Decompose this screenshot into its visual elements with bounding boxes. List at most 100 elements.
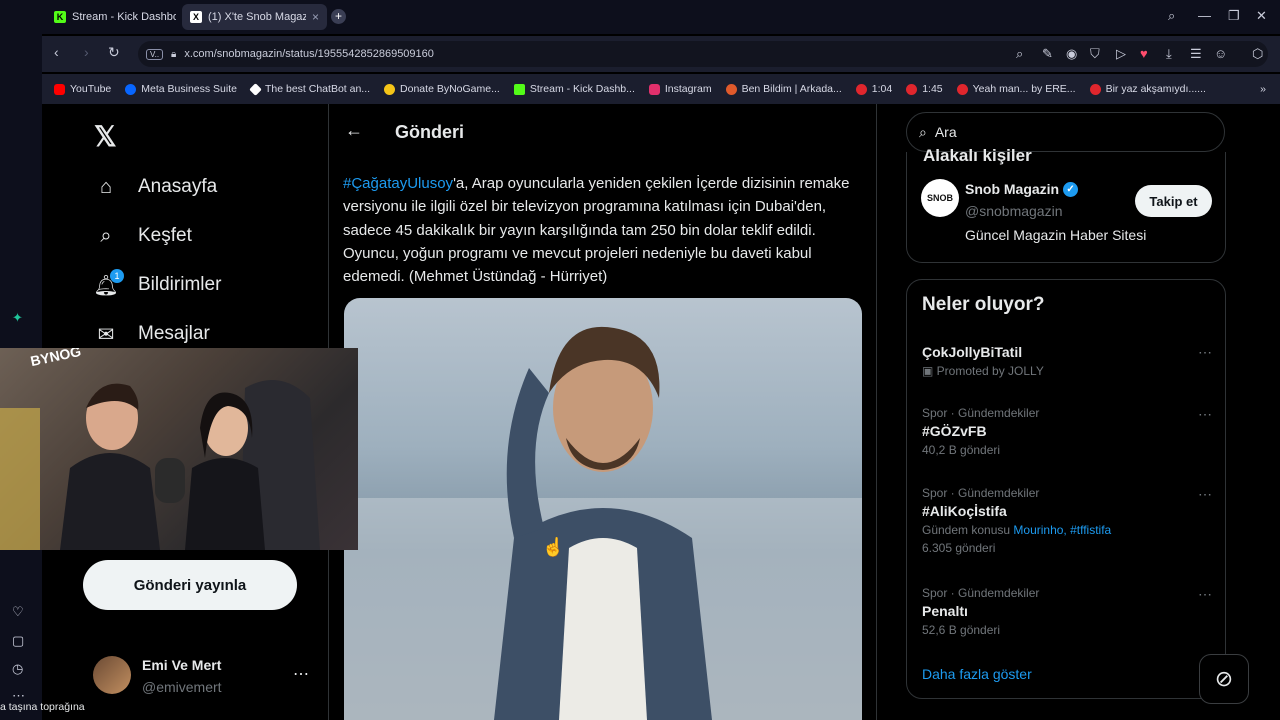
bookmark-label: Bir yaz akşamıydı...... — [1105, 83, 1206, 95]
bookmark-label: Donate ByNoGame... — [400, 83, 500, 95]
bookmark-kick[interactable]: Stream - Kick Dashb... — [513, 83, 635, 95]
camera-icon[interactable]: ◉ — [1066, 46, 1077, 62]
kick-icon — [513, 83, 525, 95]
history-icon[interactable]: ◷ — [12, 661, 23, 677]
edit-icon[interactable]: ✎ — [1042, 46, 1053, 62]
bynogame-icon — [384, 83, 396, 95]
more-icon[interactable]: ⋯ — [1198, 344, 1212, 361]
webcam-overlay: BYNOG — [0, 348, 358, 550]
restore-icon[interactable]: ❐ — [1228, 8, 1240, 24]
bookmark-yeahman[interactable]: Yeah man... by ERE... — [956, 83, 1076, 95]
heart-icon[interactable]: ♡ — [12, 604, 24, 620]
bookmark-meta[interactable]: Meta Business Suite — [125, 83, 237, 95]
trend-related-links[interactable]: Mourinho, #tffistifa — [1013, 523, 1111, 537]
bookmark-youtube[interactable]: YouTube — [54, 83, 111, 95]
trend-item[interactable]: Spor · Gündemdekiler Penaltı 52,6 B gönd… — [922, 586, 1212, 637]
bookmarks-overflow-icon[interactable]: » — [1260, 83, 1266, 95]
chatgpt-icon[interactable]: ✦ — [12, 310, 23, 326]
tab-label: Stream - Kick Dashboard — [72, 11, 176, 23]
promoted-text: Promoted by JOLLY — [936, 364, 1044, 378]
promoted-icon: ▣ — [922, 364, 937, 378]
more-icon[interactable]: ⋯ — [293, 664, 309, 684]
nav-messages[interactable]: ✉ Mesajlar — [94, 322, 210, 346]
vpn-badge[interactable]: V.. — [146, 48, 164, 60]
search-tabs-icon[interactable]: ⌕ — [1168, 8, 1175, 24]
tab-x-post[interactable]: X (1) X'te Snob Magazin: "#... × — [182, 4, 327, 30]
nav-home[interactable]: ⌂ Anasayfa — [94, 175, 217, 199]
profile-icon[interactable]: ☺ — [1214, 46, 1227, 61]
trends-panel: Neler oluyor? ÇokJollyBiTatil ▣ Promoted… — [906, 279, 1226, 699]
more-icon[interactable]: ⋯ — [1198, 406, 1212, 423]
zoom-icon[interactable]: ⌕ — [1016, 46, 1023, 62]
download-icon[interactable]: ⤓ — [1166, 46, 1172, 62]
trend-count: 52,6 B gönderi — [922, 623, 1001, 637]
menu-icon[interactable]: ☰ — [1190, 46, 1202, 62]
new-tab-button[interactable]: + — [331, 9, 346, 24]
bookmark-biryaz[interactable]: Bir yaz akşamıydı...... — [1089, 83, 1206, 95]
more-icon[interactable]: ⋯ — [1198, 486, 1212, 503]
trend-name: ÇokJollyBiTatil — [922, 344, 1023, 360]
account-switcher[interactable]: Emi Ve Mert @emivemert ⋯ — [93, 656, 313, 696]
meta-icon — [125, 83, 137, 95]
bookmark-145[interactable]: 1:45 — [906, 83, 943, 95]
extensions-icon[interactable]: ⬡ — [1252, 46, 1263, 62]
nav-explore[interactable]: ⌕ Keşfet — [94, 224, 192, 248]
show-more-link[interactable]: Daha fazla göster — [922, 666, 1032, 682]
bookmark-104[interactable]: 1:04 — [855, 83, 893, 95]
account-name-text: Snob Magazin — [965, 181, 1060, 197]
account-handle[interactable]: @snobmagazin — [965, 203, 1063, 219]
bookmark-label: Meta Business Suite — [141, 83, 237, 95]
shield-icon[interactable]: ⛉ — [1090, 46, 1100, 62]
notification-badge: 1 — [110, 269, 124, 283]
ticker-text: a taşına toprağına — [0, 701, 85, 713]
play-icon[interactable]: ▷ — [1116, 46, 1126, 62]
hashtag-link[interactable]: #ÇağatayUlusoy — [343, 175, 453, 192]
grok-button[interactable]: ⊘ — [1199, 654, 1249, 704]
follow-button[interactable]: Takip et — [1135, 185, 1212, 217]
tab-kick[interactable]: K Stream - Kick Dashboard — [46, 4, 176, 30]
minimize-icon[interactable]: — — [1198, 8, 1211, 23]
heart-icon[interactable]: ♥ — [1140, 46, 1148, 61]
benbildim-icon — [725, 83, 737, 95]
more-icon[interactable]: ⋯ — [1198, 586, 1212, 603]
bookmark-chatbot[interactable]: The best ChatBot an... — [249, 82, 370, 96]
avatar[interactable]: SNOB — [921, 179, 959, 217]
nav-label: Keşfet — [138, 225, 192, 246]
post-image[interactable] — [344, 298, 862, 720]
trend-item[interactable]: Spor · Gündemdekiler #GÖZvFB 40,2 B gönd… — [922, 406, 1212, 457]
trend-topic: Gündem konusu Mourinho, #tffistifa — [922, 523, 1212, 537]
profile-name: Emi Ve Mert — [142, 657, 222, 673]
grok-icon: ⊘ — [1214, 666, 1234, 691]
back-icon[interactable]: ‹ — [54, 44, 59, 60]
profile-handle: @emivemert — [142, 679, 222, 695]
trend-item[interactable]: ÇokJollyBiTatil ▣ Promoted by JOLLY ⋯ — [922, 344, 1212, 378]
instagram-icon — [648, 83, 660, 95]
bookmark-label: 1:45 — [922, 83, 943, 95]
close-window-icon[interactable]: ✕ — [1256, 8, 1267, 24]
close-icon[interactable]: × — [312, 10, 319, 24]
bookmark-benbildim[interactable]: Ben Bildim | Arkada... — [725, 83, 842, 95]
account-name[interactable]: Snob Magazin ✓ — [965, 181, 1079, 197]
lock-icon[interactable]: 🔒︎ — [171, 49, 176, 60]
account-bio: Güncel Magazin Haber Sitesi — [965, 227, 1147, 243]
video-icon — [1089, 83, 1101, 95]
trend-item[interactable]: Spor · Gündemdekiler #AliKoçİstifa Günde… — [922, 486, 1212, 555]
bookmark-bynogame[interactable]: Donate ByNoGame... — [384, 83, 500, 95]
x-logo-icon[interactable]: 𝕏 — [94, 120, 117, 153]
trend-name: Penaltı — [922, 603, 968, 619]
bookmark-label: 1:04 — [871, 83, 893, 95]
bookmark-label: Stream - Kick Dashb... — [529, 83, 635, 95]
video-icon — [906, 83, 918, 95]
cube-icon[interactable]: ▢ — [12, 633, 24, 649]
reload-icon[interactable]: ↻ — [108, 44, 120, 61]
trend-meta: Spor · Gündemdekiler — [922, 406, 1040, 420]
trend-meta: Spor · Gündemdekiler — [922, 586, 1040, 600]
bookmark-instagram[interactable]: Instagram — [648, 83, 712, 95]
webcam-feed — [0, 380, 320, 550]
nav-notifications[interactable]: 🔔︎ 1 Bildirimler — [93, 269, 221, 297]
back-arrow-icon[interactable]: ← — [345, 120, 363, 141]
forward-icon[interactable]: › — [84, 44, 89, 60]
video-icon — [855, 83, 867, 95]
home-icon: ⌂ — [99, 175, 113, 198]
post-button[interactable]: Gönderi yayınla — [83, 560, 297, 610]
